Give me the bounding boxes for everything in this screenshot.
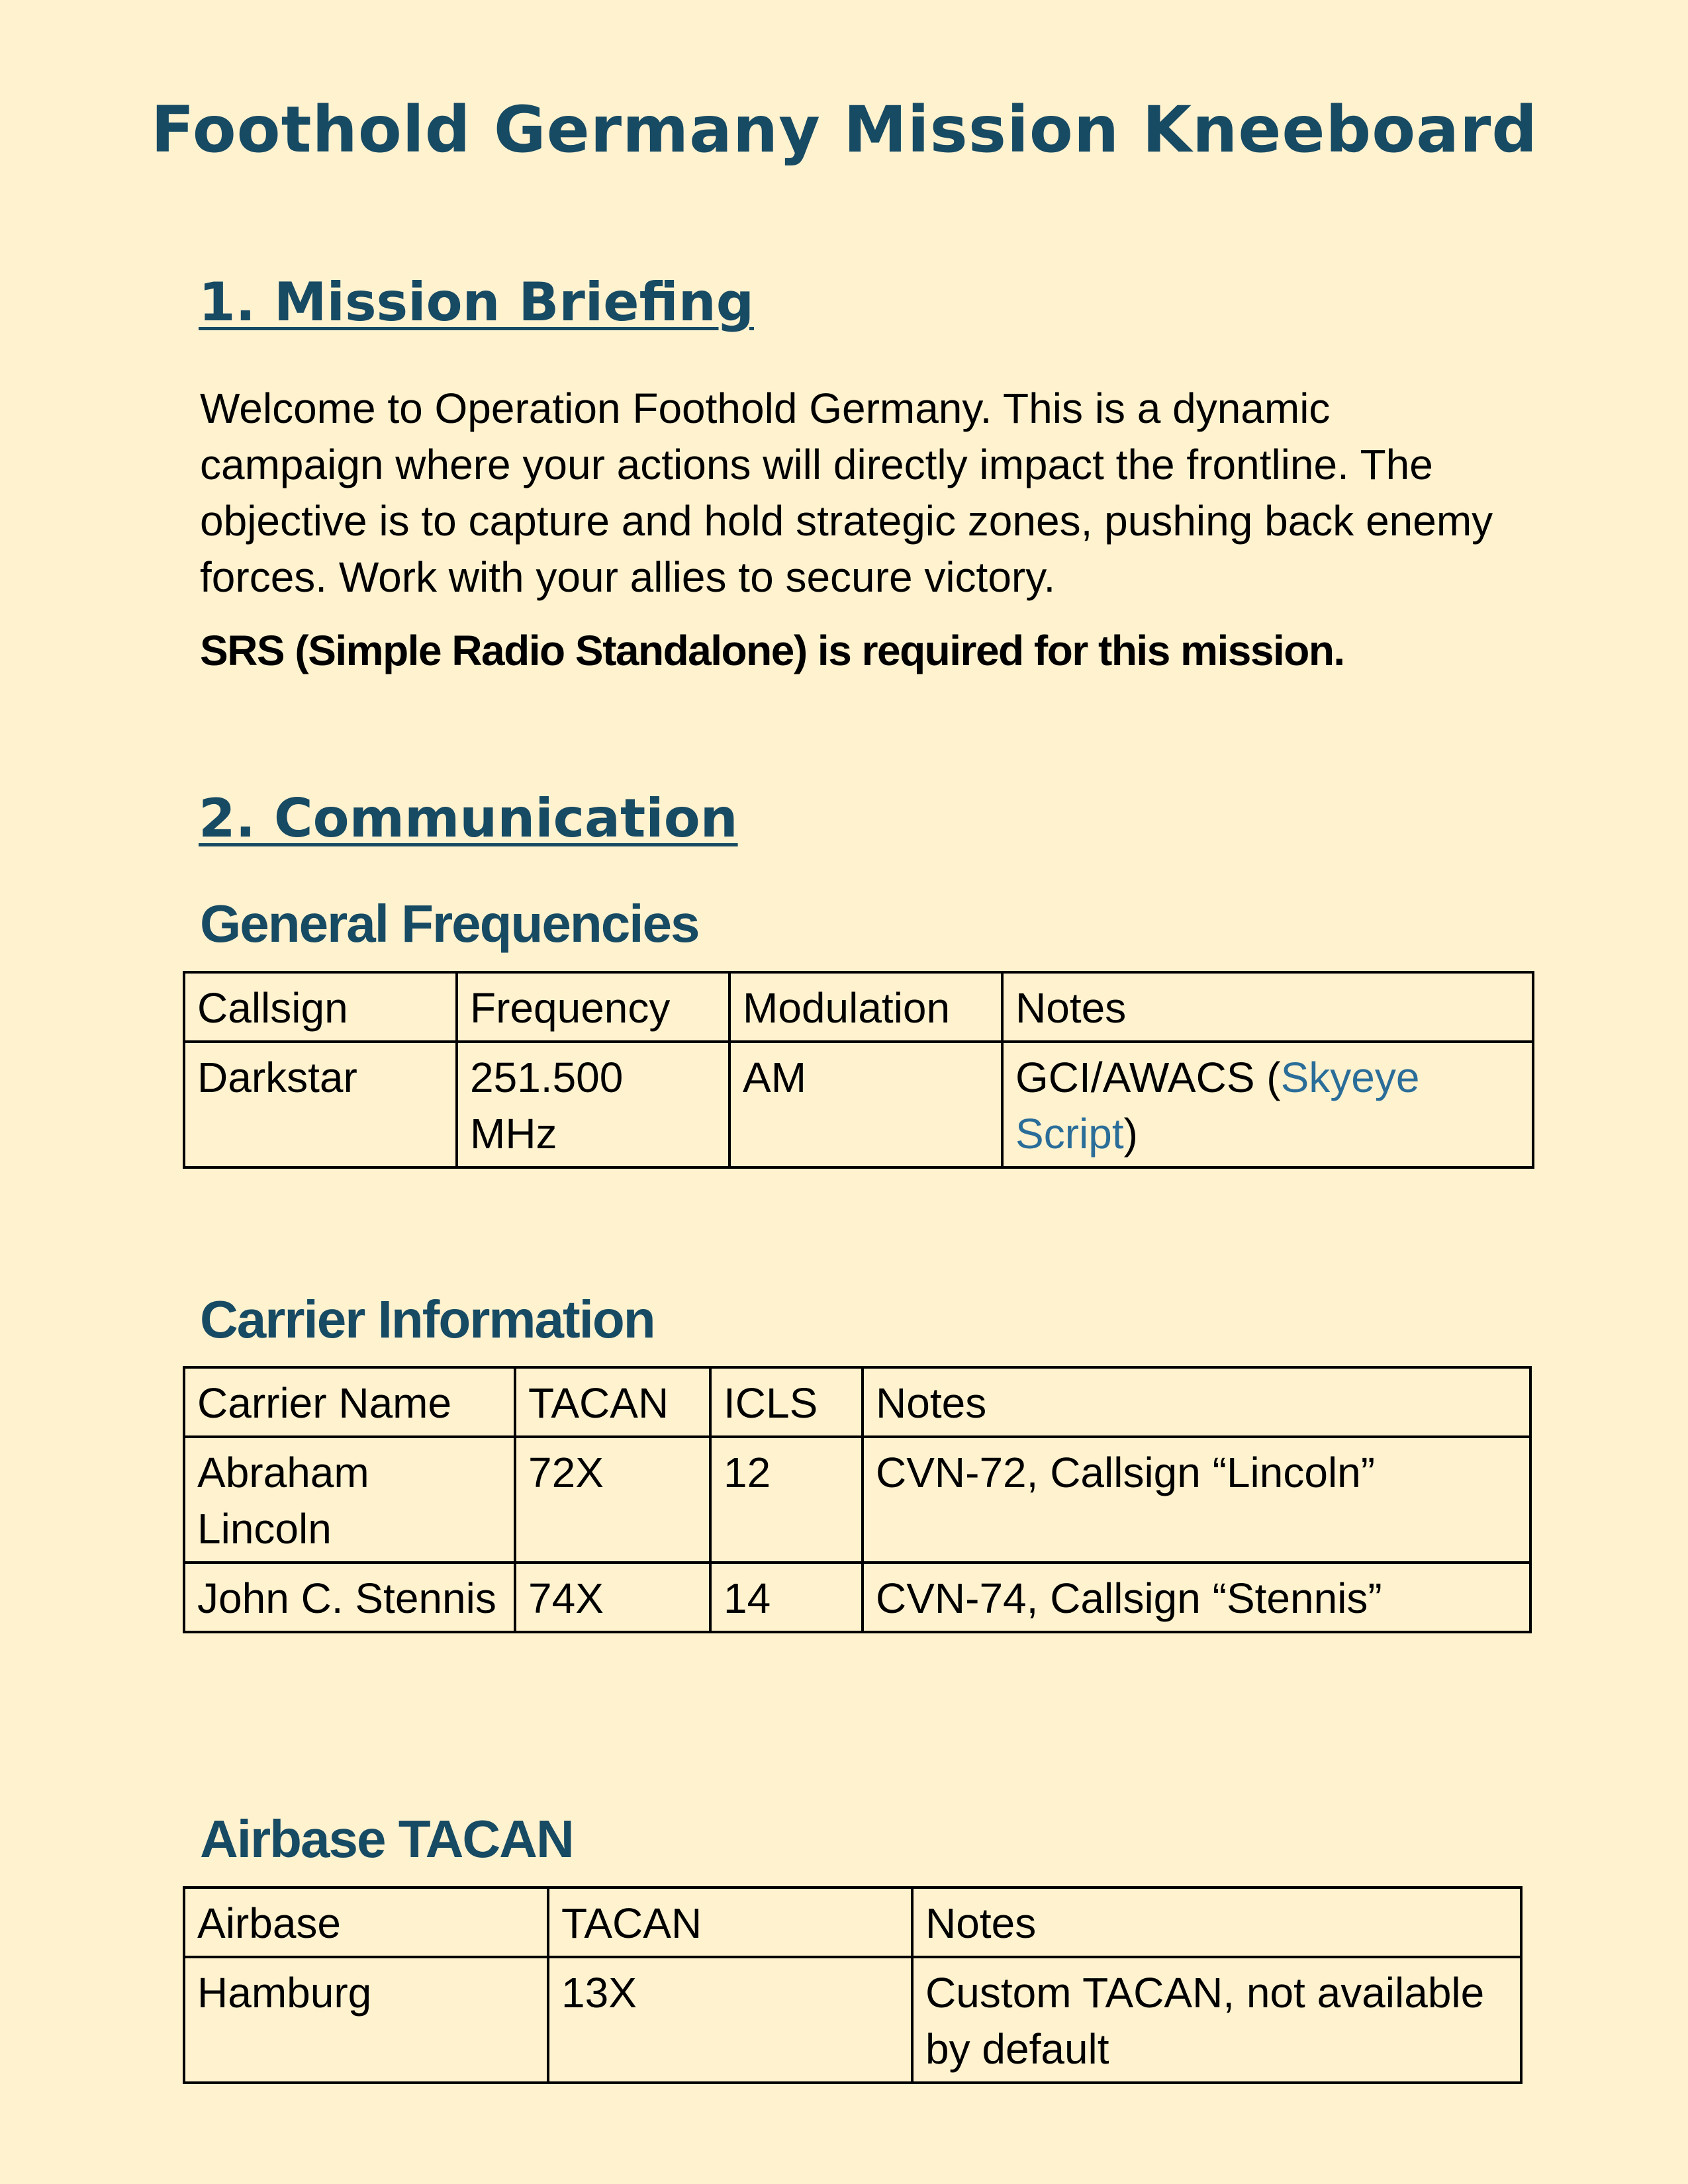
notes-text: GCI/AWACS ( [1015,1054,1281,1101]
icls-cell: 12 [709,1435,864,1564]
table-header-row: Callsign Frequency Modulation Notes [183,971,1534,1043]
carrier-information-heading: Carrier Information [200,1290,656,1349]
airbase-tacan-table: Airbase TACAN Notes Hamburg 13X Custom T… [183,1886,1523,2084]
notes-cell: Custom TACAN, not available by default [911,1956,1523,2084]
tacan-cell: 72X [514,1435,712,1564]
mission-briefing-heading: 1. Mission Briefing [199,271,754,333]
carrier-name-cell: John C. Stennis [183,1561,516,1633]
header-cell: ICLS [709,1366,864,1438]
tacan-cell: 74X [514,1561,712,1633]
table-row: Abraham Lincoln 72X 12 CVN-72, Callsign … [183,1435,1532,1564]
notes-cell: CVN-74, Callsign “Stennis” [861,1561,1532,1633]
notes-text: ) [1123,1110,1138,1158]
header-cell: Notes [861,1366,1532,1438]
carrier-name-cell: Abraham Lincoln [183,1435,516,1564]
page-title: Foothold Germany Mission Kneeboard [151,93,1538,167]
header-cell: Notes [1001,971,1534,1043]
header-cell: Modulation [728,971,1004,1043]
general-frequencies-heading: General Frequencies [200,894,700,953]
header-cell: Notes [911,1886,1523,1958]
carrier-information-table: Carrier Name TACAN ICLS Notes Abraham Li… [183,1366,1532,1633]
header-cell: Carrier Name [183,1366,516,1438]
header-cell: TACAN [547,1886,914,1958]
briefing-paragraph: Welcome to Operation Foothold Germany. T… [200,385,1493,601]
notes-cell: CVN-72, Callsign “Lincoln” [861,1435,1532,1564]
table-header-row: Carrier Name TACAN ICLS Notes [183,1366,1532,1438]
general-frequencies-table: Callsign Frequency Modulation Notes Dark… [183,971,1534,1169]
table-row: Hamburg 13X Custom TACAN, not available … [183,1956,1523,2084]
frequency-cell: 251.500 MHz [455,1040,731,1169]
airbase-cell: Hamburg [183,1956,549,2084]
header-cell: TACAN [514,1366,712,1438]
modulation-cell: AM [728,1040,1004,1169]
table-row: Darkstar 251.500 MHz AM GCI/AWACS (Skyey… [183,1040,1534,1169]
icls-cell: 14 [709,1561,864,1633]
table-header-row: Airbase TACAN Notes [183,1886,1523,1958]
header-cell: Frequency [455,971,731,1043]
srs-requirement-note: SRS (Simple Radio Standalone) is require… [200,627,1345,674]
callsign-cell: Darkstar [183,1040,458,1169]
tacan-cell: 13X [547,1956,914,2084]
communication-heading: 2. Communication [199,788,738,849]
header-cell: Airbase [183,1886,549,1958]
notes-cell: GCI/AWACS (Skyeye Script) [1001,1040,1534,1169]
airbase-tacan-heading: Airbase TACAN [200,1809,575,1868]
table-row: John C. Stennis 74X 14 CVN-74, Callsign … [183,1561,1532,1633]
header-cell: Callsign [183,971,458,1043]
